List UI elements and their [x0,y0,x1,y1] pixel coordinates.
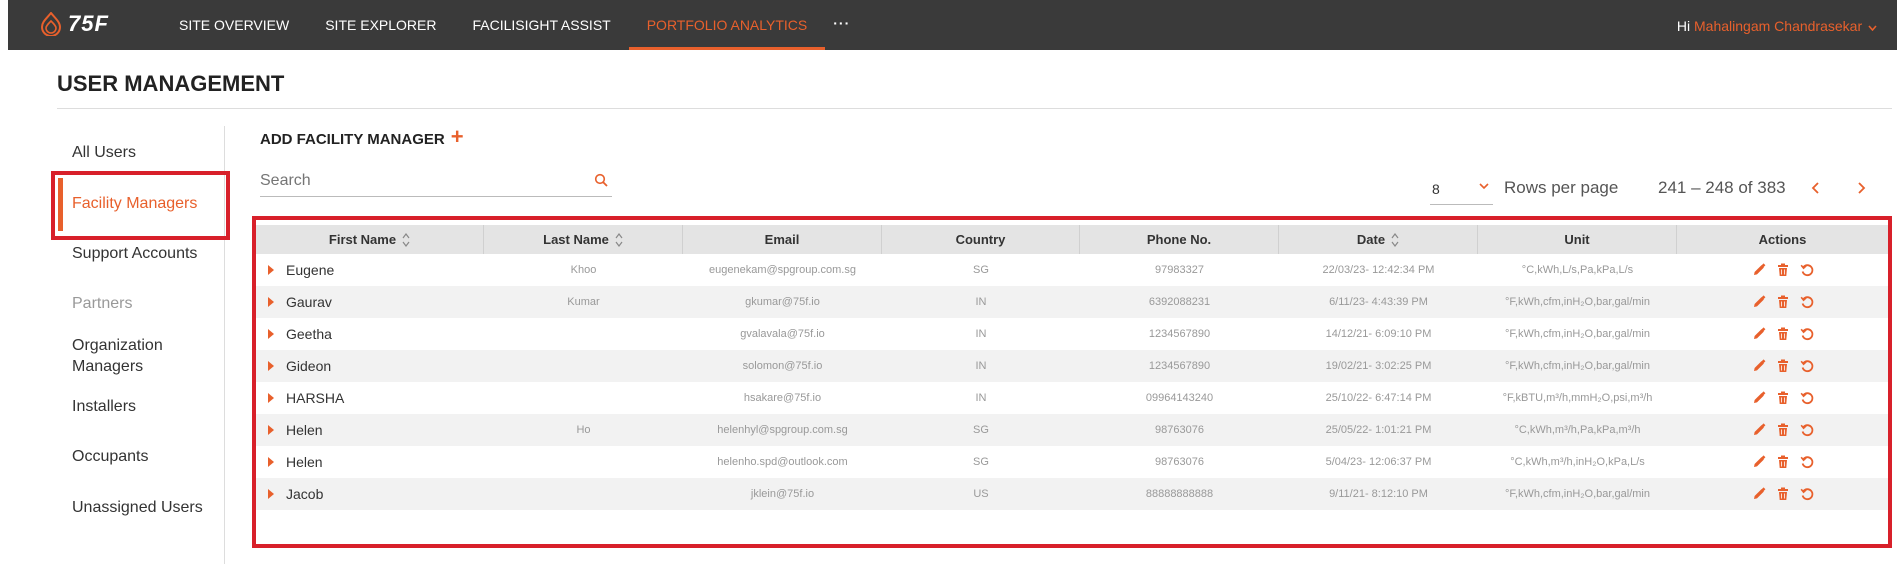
page-title: USER MANAGEMENT [57,71,285,96]
divider [57,108,1892,109]
user-greeting: Hi Mahalingam Chandrasekar [1677,0,1877,50]
add-facility-manager-label: ADD FACILITY MANAGER [260,130,445,148]
flame-logo-icon [40,12,62,36]
more-menu-button[interactable]: ··· [825,0,858,50]
nav-facilisight-assist[interactable]: FACILISIGHT ASSIST [454,0,628,50]
sidebar-item-organization-managers[interactable]: Organization Managers [72,335,202,377]
sidebar-item-support-accounts[interactable]: Support Accounts [72,245,197,263]
search-input[interactable] [260,167,580,195]
chevron-down-icon [1868,25,1877,32]
user-name: Mahalingam Chandrasekar [1694,18,1863,34]
sidebar-item-unassigned-users[interactable]: Unassigned Users [72,499,203,517]
top-navigation-bar: 75F SITE OVERVIEW SITE EXPLORER FACILISI… [8,0,1897,50]
next-page-icon[interactable] [1854,181,1868,195]
search-field[interactable] [260,167,612,197]
pagination-range: 241 – 248 of 383 [1658,178,1786,197]
sidebar-item-occupants[interactable]: Occupants [72,448,148,466]
user-menu[interactable]: Mahalingam Chandrasekar [1694,18,1877,34]
chevron-down-icon [1479,183,1489,190]
sidebar-section-partners: Partners [72,295,133,312]
sidebar-item-installers[interactable]: Installers [72,398,136,416]
nav-site-overview[interactable]: SITE OVERVIEW [161,0,307,50]
previous-page-icon[interactable] [1809,181,1823,195]
nav-portfolio-analytics[interactable]: PORTFOLIO ANALYTICS [628,0,826,50]
greeting-prefix: Hi [1676,18,1691,34]
highlight-box-table [252,216,1892,548]
rows-per-page-label: Rows per page [1504,178,1619,197]
highlight-box-facility-managers [51,171,230,240]
rows-per-page-select[interactable]: 8 [1430,177,1493,205]
nav-site-explorer[interactable]: SITE EXPLORER [307,0,454,50]
brand-logo[interactable]: 75F [40,11,109,37]
sidebar-item-all-users[interactable]: All Users [72,144,136,162]
logo-text: 75F [68,11,109,36]
plus-icon: + [450,124,464,149]
search-icon[interactable] [594,173,608,187]
main-nav: SITE OVERVIEW SITE EXPLORER FACILISIGHT … [161,0,858,50]
rows-per-page-value: 8 [1432,181,1440,197]
add-facility-manager-button[interactable]: ADD FACILITY MANAGER + [260,124,464,150]
